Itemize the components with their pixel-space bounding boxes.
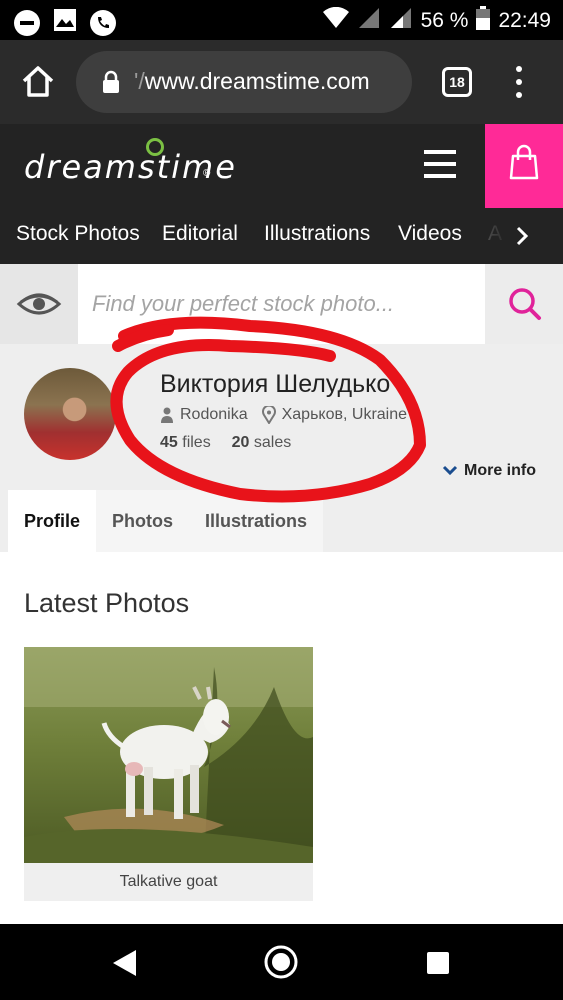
category-nav: Stock Photos Editorial Illustrations Vid…: [0, 208, 563, 264]
goat-photo: [24, 647, 313, 863]
photo-thumbnail[interactable]: [24, 647, 313, 863]
location-pin-icon: [261, 406, 276, 424]
lock-icon: [103, 70, 119, 93]
logo-registered-mark: ®: [203, 168, 211, 179]
tab-profile[interactable]: Profile: [8, 490, 97, 552]
tab-photos[interactable]: Photos: [96, 490, 189, 552]
battery-icon: [476, 6, 491, 36]
site-header: dreamstime ®: [0, 124, 563, 208]
recents-icon[interactable]: [426, 951, 450, 975]
more-info-button[interactable]: More info: [442, 462, 536, 480]
wifi-icon: [322, 6, 349, 35]
browser-toolbar: '/www.dreamstime.com 18: [0, 40, 563, 124]
status-bar: 56 % 22:49: [0, 0, 563, 40]
hamburger-menu-button[interactable]: [424, 150, 456, 178]
tab-switcher-button[interactable]: 18: [442, 67, 472, 97]
eye-icon: [16, 293, 62, 315]
signal-icon: [357, 7, 381, 35]
files-label: files: [182, 434, 211, 451]
user-icon: [161, 407, 173, 423]
profile-stats: 45 files 20 sales: [160, 434, 291, 452]
home-button[interactable]: [18, 62, 58, 102]
files-count: 45: [160, 434, 178, 451]
search-icon: [509, 288, 541, 320]
url-scheme: '/: [134, 68, 145, 94]
category-next-button[interactable]: [512, 224, 532, 253]
home-nav-icon[interactable]: [264, 945, 298, 979]
system-nav-bar: [0, 924, 563, 1000]
clock: 22:49: [498, 9, 551, 32]
avatar[interactable]: [24, 368, 116, 460]
photo-caption[interactable]: Talkative goat: [24, 863, 313, 901]
search-button[interactable]: [485, 264, 563, 344]
dreamstime-logo[interactable]: dreamstime: [24, 148, 237, 186]
profile-tabs: Profile Photos Illustrations: [8, 490, 324, 552]
browser-menu-button[interactable]: [510, 66, 528, 100]
profile-name: Виктория Шелудько: [160, 370, 391, 398]
image-notification-icon: [52, 7, 78, 38]
cart-button[interactable]: [485, 124, 563, 208]
category-stock-photos[interactable]: Stock Photos: [16, 222, 140, 246]
profile-header: Виктория Шелудько Rodonika Харьков, Ukra…: [0, 344, 563, 552]
profile-username[interactable]: Rodonika: [180, 406, 248, 424]
call-icon: [90, 9, 116, 36]
signal-icon-2: [389, 7, 413, 35]
chevron-down-icon: [442, 465, 458, 476]
battery-level: 56 %: [420, 9, 469, 32]
category-videos[interactable]: Videos: [398, 222, 462, 246]
profile-location: Харьков, Ukraine: [281, 406, 408, 423]
url-text: '/www.dreamstime.com: [134, 68, 370, 95]
section-title: Latest Photos: [24, 588, 190, 618]
visual-search-button[interactable]: [0, 264, 78, 344]
tab-illustrations[interactable]: Illustrations: [189, 490, 323, 552]
more-info-label: More info: [464, 462, 536, 479]
chevron-right-icon: [516, 226, 529, 246]
category-editorial[interactable]: Editorial: [162, 222, 238, 246]
url-host: www.dreamstime.com: [144, 68, 370, 94]
search-input[interactable]: [92, 264, 472, 344]
logo-swirl-icon: [146, 138, 164, 156]
category-illustrations[interactable]: Illustrations: [264, 222, 370, 246]
photo-card[interactable]: Talkative goat: [24, 647, 313, 901]
address-bar[interactable]: '/www.dreamstime.com: [76, 51, 412, 113]
sales-label: sales: [253, 434, 292, 451]
shopping-bag-icon: [509, 144, 539, 180]
do-not-disturb-icon: [14, 9, 40, 36]
profile-meta: Rodonika Харьков, Ukraine: [160, 406, 407, 424]
home-icon: [22, 66, 54, 97]
search-bar: [0, 264, 563, 344]
sales-count: 20: [231, 434, 250, 451]
back-icon[interactable]: [110, 948, 140, 978]
